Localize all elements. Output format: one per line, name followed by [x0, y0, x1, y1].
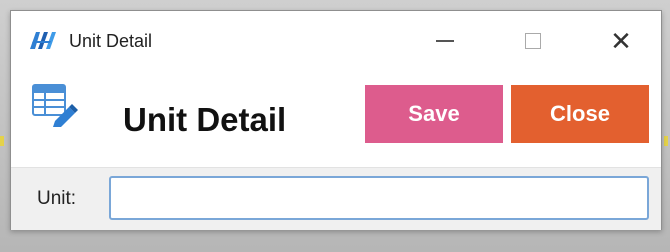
close-icon: ✕ — [610, 26, 632, 56]
background-artifact — [664, 136, 668, 146]
app-logo-icon — [27, 29, 57, 51]
close-button[interactable]: Close — [511, 85, 649, 143]
unit-label: Unit: — [37, 188, 77, 209]
minimize-icon — [436, 40, 454, 42]
save-button[interactable]: Save — [365, 85, 503, 143]
window-close-button[interactable]: ✕ — [597, 19, 645, 63]
maximize-button[interactable] — [509, 19, 557, 63]
background-artifact — [0, 136, 4, 146]
form-panel: Unit: — [11, 167, 661, 230]
window-title: Unit Detail — [69, 31, 153, 51]
desktop-background: Unit Detail ✕ Unit Detail Save Close Uni… — [0, 0, 670, 252]
unit-detail-window: Unit Detail ✕ Unit Detail Save Close Uni… — [10, 10, 662, 230]
detail-header: Unit Detail Save Close — [11, 69, 661, 167]
unit-input[interactable] — [109, 176, 649, 220]
page-title: Unit Detail — [123, 101, 287, 138]
maximize-icon — [525, 33, 541, 49]
table-edit-icon — [31, 81, 79, 129]
title-bar[interactable]: Unit Detail ✕ — [11, 11, 661, 69]
minimize-button[interactable] — [421, 19, 469, 63]
